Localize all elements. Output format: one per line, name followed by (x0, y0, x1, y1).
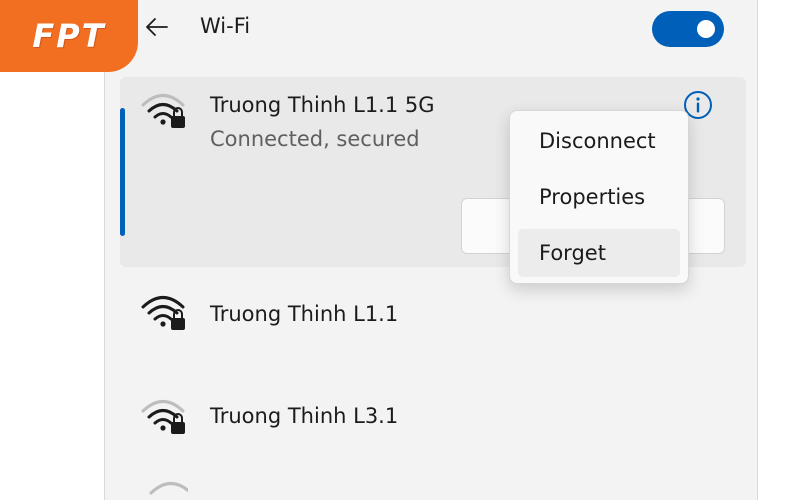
wifi-secured-icon (141, 296, 185, 330)
back-button[interactable] (140, 10, 174, 44)
wifi-toggle[interactable] (652, 11, 724, 47)
brand-logo: FPT (0, 0, 138, 72)
menu-item-disconnect[interactable]: Disconnect (518, 117, 680, 165)
wifi-icon (149, 482, 188, 495)
connected-network-name: Truong Thinh L1.1 5G (210, 93, 435, 117)
partial-network-row[interactable] (148, 478, 188, 500)
connected-network-status: Connected, secured (210, 127, 420, 151)
network-name: Truong Thinh L1.1 (210, 302, 399, 326)
selection-accent-bar (120, 108, 125, 236)
network-name: Truong Thinh L3.1 (210, 404, 399, 428)
brand-logo-text: FPT (32, 17, 106, 55)
wifi-secured-icon (141, 400, 185, 434)
network-context-menu: Disconnect Properties Forget (509, 110, 689, 284)
menu-item-forget[interactable]: Forget (518, 229, 680, 277)
wifi-secured-icon (141, 94, 185, 128)
page-title: Wi-Fi (200, 14, 251, 38)
arrow-left-icon (146, 18, 168, 36)
menu-item-properties[interactable]: Properties (518, 173, 680, 221)
toggle-knob (697, 20, 715, 38)
